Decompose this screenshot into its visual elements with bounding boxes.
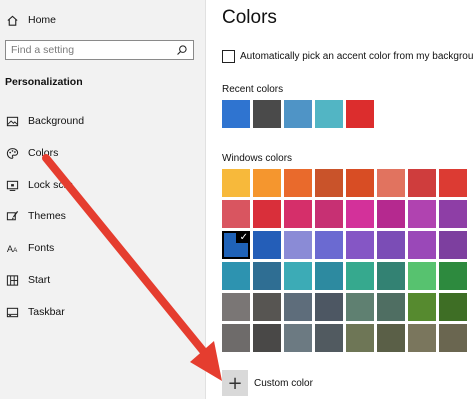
lock-screen-icon (5, 178, 19, 192)
windows-color-swatch[interactable] (253, 262, 281, 290)
sidebar-item-label: Start (28, 274, 51, 286)
search-box[interactable] (5, 40, 194, 60)
page-title: Colors (222, 7, 277, 28)
sidebar-item-taskbar[interactable]: Taskbar (0, 301, 205, 323)
windows-color-swatch[interactable] (222, 200, 250, 228)
windows-color-swatch[interactable] (346, 324, 374, 352)
sidebar-item-label: Colors (28, 147, 59, 159)
recent-colors (222, 100, 377, 128)
windows-color-swatch[interactable] (346, 231, 374, 259)
sidebar-item-start[interactable]: Start (0, 269, 205, 291)
windows-color-swatch[interactable] (315, 200, 343, 228)
auto-accent-label: Automatically pick an accent color from … (240, 51, 474, 62)
windows-color-swatch[interactable] (377, 293, 405, 321)
windows-color-swatch[interactable] (284, 262, 312, 290)
windows-color-swatch[interactable] (377, 200, 405, 228)
sidebar-item-label: Themes (28, 210, 66, 222)
sidebar-item-label: Lock scre (28, 179, 73, 191)
windows-color-swatch[interactable] (408, 169, 436, 197)
windows-color-swatch[interactable] (284, 169, 312, 197)
custom-color-label: Custom color (254, 377, 313, 389)
windows-color-swatch[interactable] (408, 200, 436, 228)
palette-icon (5, 146, 19, 160)
windows-colors-grid: ✓ (222, 169, 467, 352)
windows-color-swatch[interactable] (346, 169, 374, 197)
windows-color-swatch[interactable] (284, 231, 312, 259)
windows-color-swatch[interactable] (377, 262, 405, 290)
plus-icon: + (222, 370, 248, 396)
windows-colors-label: Windows colors (222, 153, 293, 164)
recent-color-swatch[interactable] (222, 100, 250, 128)
search-icon[interactable] (175, 43, 189, 57)
windows-color-swatch[interactable]: ✓ (222, 231, 250, 259)
windows-color-swatch[interactable] (315, 293, 343, 321)
windows-color-swatch[interactable] (315, 324, 343, 352)
sidebar-item-label: Fonts (28, 242, 55, 254)
windows-color-swatch[interactable] (253, 293, 281, 321)
windows-color-swatch[interactable] (284, 293, 312, 321)
windows-color-swatch[interactable] (253, 231, 281, 259)
search-input[interactable] (6, 43, 175, 57)
recent-colors-label: Recent colors (222, 84, 284, 95)
sidebar-item-home[interactable]: Home (0, 9, 205, 31)
windows-color-swatch[interactable] (408, 231, 436, 259)
brush-icon (5, 209, 19, 223)
windows-color-swatch[interactable] (222, 262, 250, 290)
sidebar-item-lock-screen[interactable]: Lock scre (0, 174, 205, 196)
windows-color-swatch[interactable] (439, 231, 467, 259)
windows-color-swatch[interactable] (253, 324, 281, 352)
windows-color-swatch[interactable] (315, 169, 343, 197)
sidebar-item-colors[interactable]: Colors (0, 142, 205, 164)
windows-color-swatch[interactable] (408, 262, 436, 290)
taskbar-icon (5, 305, 19, 319)
windows-color-swatch[interactable] (346, 262, 374, 290)
svg-text:A: A (12, 247, 17, 254)
windows-color-swatch[interactable] (439, 200, 467, 228)
sidebar-item-background[interactable]: Background (0, 110, 205, 132)
windows-color-swatch[interactable] (315, 231, 343, 259)
sidebar-item-fonts[interactable]: AA Fonts (0, 237, 205, 259)
checkmark-icon: ✓ (239, 232, 248, 243)
windows-color-swatch[interactable] (408, 293, 436, 321)
windows-color-swatch[interactable] (284, 324, 312, 352)
windows-color-swatch[interactable] (346, 293, 374, 321)
windows-color-swatch[interactable] (222, 293, 250, 321)
windows-color-swatch[interactable] (439, 169, 467, 197)
custom-color-button[interactable]: + Custom color (222, 370, 313, 396)
windows-color-swatch[interactable] (222, 169, 250, 197)
recent-color-swatch[interactable] (346, 100, 374, 128)
auto-accent-option[interactable]: Automatically pick an accent color from … (222, 50, 474, 63)
windows-color-swatch[interactable] (377, 231, 405, 259)
windows-color-swatch[interactable] (253, 200, 281, 228)
windows-color-swatch[interactable] (315, 262, 343, 290)
windows-color-swatch[interactable] (253, 169, 281, 197)
sidebar-item-themes[interactable]: Themes (0, 205, 205, 227)
windows-color-swatch[interactable] (284, 200, 312, 228)
windows-color-swatch[interactable] (346, 200, 374, 228)
image-icon (5, 114, 19, 128)
windows-color-swatch[interactable] (408, 324, 436, 352)
sidebar-item-label: Background (28, 115, 85, 127)
home-icon (5, 13, 19, 27)
font-icon: AA (5, 241, 19, 255)
sidebar-item-label: Home (28, 14, 57, 26)
sidebar-item-label: Taskbar (28, 306, 65, 318)
recent-color-swatch[interactable] (284, 100, 312, 128)
windows-color-swatch[interactable] (439, 262, 467, 290)
section-title: Personalization (5, 76, 83, 88)
main-panel: Colors Automatically pick an accent colo… (206, 0, 474, 399)
recent-color-swatch[interactable] (315, 100, 343, 128)
recent-color-swatch[interactable] (253, 100, 281, 128)
sidebar: Home Personalization Background Colors L… (0, 0, 206, 399)
start-grid-icon (5, 273, 19, 287)
windows-color-swatch[interactable] (222, 324, 250, 352)
windows-color-swatch[interactable] (377, 324, 405, 352)
windows-color-swatch[interactable] (377, 169, 405, 197)
windows-color-swatch[interactable] (439, 293, 467, 321)
auto-accent-checkbox[interactable] (222, 50, 235, 63)
windows-color-swatch[interactable] (439, 324, 467, 352)
